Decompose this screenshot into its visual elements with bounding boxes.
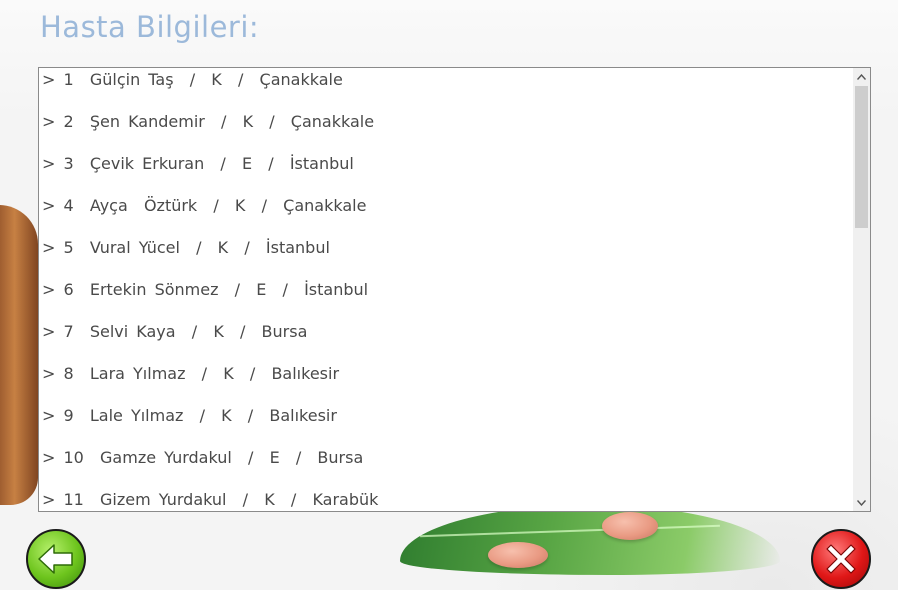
back-button[interactable]	[26, 529, 86, 589]
pill-bottle-image	[0, 205, 38, 505]
chevron-up-icon	[857, 73, 866, 80]
arrow-left-icon	[38, 544, 73, 574]
list-item[interactable]: > 8 Lara Yılmaz / K / Balıkesir	[39, 362, 853, 404]
list-item[interactable]: > 11 Gizem Yurdakul / K / Karabük	[39, 488, 853, 511]
scrollbar-thumb[interactable]	[855, 86, 868, 228]
close-x-icon	[826, 544, 856, 574]
scroll-up-button[interactable]	[853, 68, 870, 85]
pill-image	[488, 542, 548, 568]
vertical-scrollbar[interactable]	[853, 68, 870, 511]
patient-list-items: > 1 Gülçin Taş / K / Çanakkale > 2 Şen K…	[39, 68, 853, 511]
chevron-down-icon	[857, 499, 866, 506]
list-item[interactable]: > 1 Gülçin Taş / K / Çanakkale	[39, 68, 853, 110]
list-item[interactable]: > 10 Gamze Yurdakul / E / Bursa	[39, 446, 853, 488]
close-button[interactable]	[811, 529, 871, 589]
list-item[interactable]: > 9 Lale Yılmaz / K / Balıkesir	[39, 404, 853, 446]
list-item[interactable]: > 4 Ayça Öztürk / K / Çanakkale	[39, 194, 853, 236]
list-item[interactable]: > 6 Ertekin Sönmez / E / İstanbul	[39, 278, 853, 320]
scroll-down-button[interactable]	[853, 494, 870, 511]
patient-listbox[interactable]: > 1 Gülçin Taş / K / Çanakkale > 2 Şen K…	[38, 67, 871, 512]
pill-image	[602, 512, 658, 540]
page-title: Hasta Bilgileri:	[40, 10, 260, 44]
list-item[interactable]: > 7 Selvi Kaya / K / Bursa	[39, 320, 853, 362]
list-item[interactable]: > 3 Çevik Erkuran / E / İstanbul	[39, 152, 853, 194]
list-item[interactable]: > 5 Vural Yücel / K / İstanbul	[39, 236, 853, 278]
list-item[interactable]: > 2 Şen Kandemir / K / Çanakkale	[39, 110, 853, 152]
